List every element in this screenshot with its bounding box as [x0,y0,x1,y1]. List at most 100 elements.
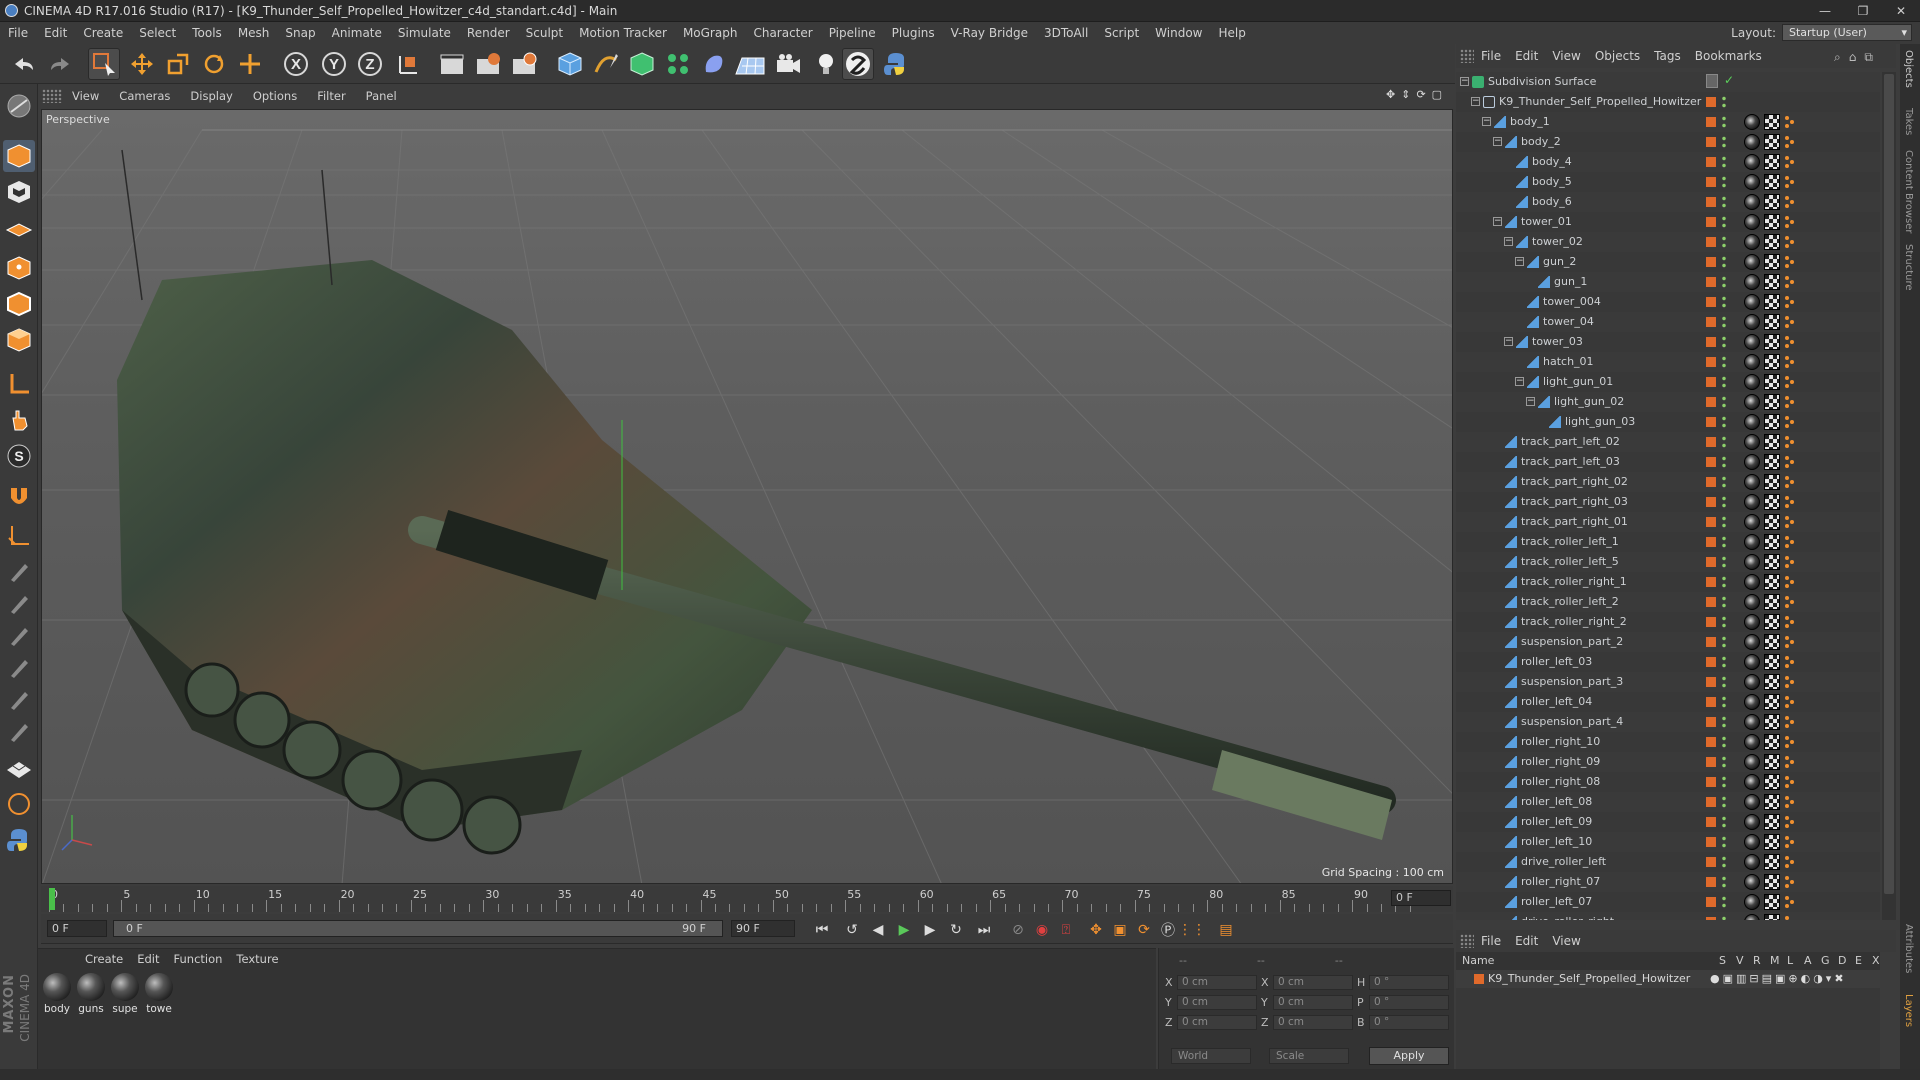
layer-flags[interactable]: ●▣▥⊟▤▣⊕◐◑▾✖ [1710,972,1847,985]
rotate-view-icon[interactable]: ⟳ [1416,88,1425,101]
material-tag-icon[interactable] [1744,234,1760,250]
key-parameter-button[interactable]: Ⓟ [1157,920,1179,940]
object-row[interactable]: roller_left_09 [1456,812,1880,832]
layer-column-a[interactable]: A [1804,954,1812,967]
visibility-dots-icon[interactable] [1722,495,1726,509]
texture-tag-icon[interactable] [1764,834,1780,850]
phong-tag-icon[interactable] [1784,335,1796,349]
layer-color-icon[interactable] [1706,777,1716,787]
material-tag-icon[interactable] [1744,774,1760,790]
minimize-button[interactable]: — [1806,0,1844,22]
menu-plugins[interactable]: Plugins [884,26,943,40]
phong-tag-icon[interactable] [1784,135,1796,149]
phong-tag-icon[interactable] [1784,715,1796,729]
visibility-dots-icon[interactable] [1722,675,1726,689]
keyframe-selection-button[interactable]: ⍰ [1055,920,1077,940]
object-row[interactable]: roller_left_08 [1456,792,1880,812]
layer-color-icon[interactable] [1706,577,1716,587]
checkmark-icon[interactable] [1706,74,1718,88]
material-tag-icon[interactable] [1744,194,1760,210]
object-row[interactable]: roller_left_10 [1456,832,1880,852]
scale-tool-button[interactable] [162,48,194,80]
texture-tag-icon[interactable] [1764,334,1780,350]
object-row[interactable]: drive_roller_right [1456,912,1880,920]
material-tag-icon[interactable] [1744,814,1760,830]
phong-tag-icon[interactable] [1784,675,1796,689]
object-menu-tags[interactable]: Tags [1647,49,1688,63]
layer-color-icon[interactable] [1706,897,1716,907]
tab-attributes[interactable]: Attributes [1903,924,1914,973]
object-row[interactable]: hatch_01 [1456,352,1880,372]
collapse-icon[interactable]: − [1482,117,1491,126]
menu-select[interactable]: Select [131,26,184,40]
y-axis-lock-button[interactable]: Y [318,48,350,80]
collapse-icon[interactable]: − [1493,217,1502,226]
texture-tag-icon[interactable] [1764,274,1780,290]
material-tag-icon[interactable] [1744,654,1760,670]
visibility-dots-icon[interactable] [1722,715,1726,729]
object-name[interactable]: track_roller_left_5 [1521,555,1619,568]
phong-tag-icon[interactable] [1784,375,1796,389]
close-button[interactable]: ✕ [1882,0,1920,22]
previous-frame-button[interactable]: ◀ [867,920,889,940]
pan-icon[interactable]: ✥ [1386,88,1395,101]
texture-tag-icon[interactable] [1764,434,1780,450]
phong-tag-icon[interactable] [1784,115,1796,129]
add-light-button[interactable] [810,48,842,80]
phong-tag-icon[interactable] [1784,255,1796,269]
object-row[interactable]: tower_004 [1456,292,1880,312]
timeline-ruler[interactable]: 051015202530354045505560657075808590 0 F [41,886,1453,912]
object-row[interactable]: roller_right_07 [1456,872,1880,892]
object-name[interactable]: suspension_part_4 [1521,715,1623,728]
end-frame-field[interactable]: 90 F [731,920,795,937]
layer-color-icon[interactable] [1706,317,1716,327]
quantize-button[interactable] [3,480,35,512]
live-selection-button[interactable] [88,48,120,80]
object-menu-view[interactable]: View [1545,49,1587,63]
object-name[interactable]: body_2 [1521,135,1561,148]
maximize-view-icon[interactable]: ▢ [1432,88,1442,101]
add-floor-button[interactable] [734,48,766,80]
timeline-window-button[interactable]: ▤ [1215,920,1237,940]
next-frame-button[interactable]: ▶ [919,920,941,940]
phong-tag-icon[interactable] [1784,235,1796,249]
coord-space-dropdown[interactable]: World [1171,1048,1251,1064]
visibility-dots-icon[interactable] [1722,515,1726,529]
texture-tag-icon[interactable] [1764,714,1780,730]
layer-color-icon[interactable] [1706,657,1716,667]
collapse-icon[interactable]: − [1504,337,1513,346]
edges-mode-button[interactable] [3,288,35,320]
object-row[interactable]: tower_04 [1456,312,1880,332]
phong-tag-icon[interactable] [1784,835,1796,849]
object-row[interactable]: − light_gun_02 [1456,392,1880,412]
visibility-dots-icon[interactable] [1722,655,1726,669]
key-scale-button[interactable]: ▣ [1109,920,1131,940]
object-name[interactable]: track_part_right_02 [1521,475,1628,488]
layer-color-icon[interactable] [1706,437,1716,447]
visibility-dots-icon[interactable] [1722,195,1726,209]
visibility-dots-icon[interactable] [1722,855,1726,869]
menu-animate[interactable]: Animate [324,26,390,40]
go-to-end-button[interactable]: ⏭ [973,920,995,940]
next-key-button[interactable]: ↻ [945,920,967,940]
search-icon[interactable]: ⌕ [1834,50,1841,65]
frame-ruler[interactable]: 051015202530354045505560657075808590 [49,886,1411,912]
object-row[interactable]: − gun_2 [1456,252,1880,272]
go-to-start-button[interactable]: ⏮ [811,920,833,940]
menu-render[interactable]: Render [459,26,518,40]
material-tag-icon[interactable] [1744,314,1760,330]
layer-color-icon[interactable] [1706,137,1716,147]
move-tool-button[interactable] [126,48,158,80]
object-row[interactable]: − tower_02 [1456,232,1880,252]
phong-tag-icon[interactable] [1784,695,1796,709]
object-name[interactable]: drive_roller_right [1521,915,1614,920]
texture-tag-icon[interactable] [1764,314,1780,330]
object-name[interactable]: tower_02 [1532,235,1583,248]
menu-help[interactable]: Help [1210,26,1253,40]
menu-motion-tracker[interactable]: Motion Tracker [571,26,675,40]
add-spline-button[interactable] [590,48,622,80]
visibility-dots-icon[interactable] [1722,215,1726,229]
autokeying-button[interactable]: ◉ [1031,920,1053,940]
object-name[interactable]: Subdivision Surface [1488,75,1596,88]
menu-create[interactable]: Create [75,26,131,40]
